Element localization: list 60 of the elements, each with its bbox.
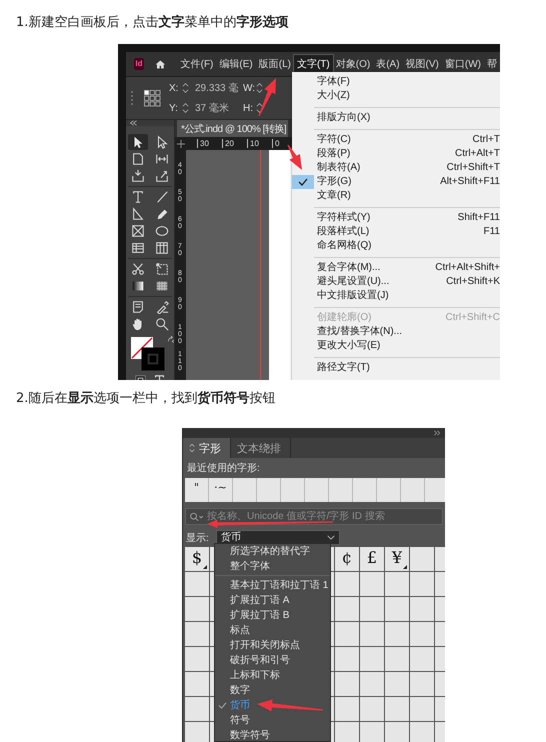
glyph-cell[interactable]: ¢: [335, 547, 359, 571]
section-label: 最近使用的字形:: [186, 462, 261, 475]
ruler-number: 10: [247, 139, 272, 148]
menu-item[interactable]: 复合字体(M)... Ctrl+Alt+Shift+: [292, 261, 500, 275]
dropdown-option[interactable]: 上标和下标: [215, 668, 280, 683]
dropdown-option[interactable]: 扩展拉丁语 A: [215, 593, 290, 608]
coordinate-field[interactable]: 37 毫米: [192, 101, 241, 115]
panel-tab[interactable]: 文本绕排: [231, 438, 291, 458]
dropdown-option[interactable]: 符号: [215, 713, 250, 728]
dropdown-option[interactable]: 基本拉丁语和拉丁语 1: [215, 578, 328, 593]
menu-item[interactable]: 排版方向(X): [292, 111, 500, 125]
menu-item[interactable]: 避头尾设置(U)... Ctrl+Shift+K: [292, 275, 500, 289]
menu-item[interactable]: 字符样式(Y) Shift+F11: [292, 211, 500, 225]
field-label: H:: [243, 102, 253, 114]
ruler-number: 30: [197, 139, 222, 148]
dropdown-option[interactable]: 标点: [215, 623, 250, 638]
glyph-cell[interactable]: ¥: [385, 547, 409, 571]
dropdown-option[interactable]: 所选字体的替代字: [215, 544, 310, 559]
document-tab[interactable]: *公式.indd @ 100% [转换]: [177, 120, 288, 137]
menu-item[interactable]: 大小(Z): [292, 89, 500, 103]
menu-item[interactable]: 查找/替换字体(N)...: [292, 325, 500, 339]
field-label: X:: [169, 82, 179, 94]
menu-item[interactable]: 文章(R): [292, 189, 500, 203]
field-label: Y:: [169, 102, 179, 114]
menu-item[interactable]: 更改大小写(E): [292, 339, 500, 353]
menu-item[interactable]: 段落(P) Ctrl+Alt+T: [292, 147, 500, 161]
menu-bar-item[interactable]: 帮: [484, 55, 500, 73]
menu-item[interactable]: 段落样式(L) F11: [292, 225, 500, 239]
dropdown-option[interactable]: 数学符号: [215, 728, 270, 742]
menu-bar-item[interactable]: 窗口(W): [442, 55, 484, 73]
app-logo[interactable]: Id: [134, 58, 144, 70]
menu-bar-item[interactable]: 文字(T): [294, 55, 333, 73]
menu-bar-item[interactable]: 版面(L): [256, 55, 294, 73]
dropdown-option[interactable]: 扩展拉丁语 B: [215, 608, 290, 623]
menu-bar-item[interactable]: 编辑(E): [216, 55, 256, 73]
glyph-cell[interactable]: £: [360, 547, 384, 571]
menu-bar-item[interactable]: 文件(F): [178, 55, 216, 73]
menu-item[interactable]: 制表符(A) Ctrl+Shift+T: [292, 161, 500, 175]
panel-tab[interactable]: 字形: [183, 438, 231, 458]
menu-item[interactable]: 中文排版设置(J): [292, 289, 500, 303]
dropdown-option[interactable]: 数字: [215, 683, 250, 698]
ruler-number: 20: [222, 139, 247, 148]
dropdown-option[interactable]: 打开和关闭标点: [215, 638, 300, 653]
menu-bar-item[interactable]: 视图(V): [402, 55, 442, 73]
menu-bar-item[interactable]: 对象(O): [332, 55, 374, 73]
dropdown-option[interactable]: 破折号和引号: [215, 653, 290, 668]
field-label: W:: [243, 82, 253, 94]
glyph-cell[interactable]: ·~: [209, 478, 233, 502]
glyph-cell[interactable]: ": [185, 478, 209, 502]
menu-item[interactable]: 路径文字(T): [292, 361, 500, 375]
menu-bar-item[interactable]: 表(A): [373, 55, 403, 73]
instruction-text: 2.随后在显示选项一栏中，找到货币符号按钮: [15, 390, 276, 406]
glyph-cell[interactable]: $: [185, 547, 209, 571]
instruction-text: 1.新建空白画板后，点击文字菜单中的字形选项: [15, 14, 290, 30]
dropdown-option[interactable]: 整个字体: [215, 559, 270, 574]
menu-item[interactable]: 字体(F): [292, 75, 500, 89]
menu-item[interactable]: 命名网格(Q): [292, 239, 500, 253]
menu-item[interactable]: 字形(G) Alt+Shift+F11: [292, 175, 500, 189]
coordinate-field[interactable]: 29.333 毫: [192, 81, 241, 95]
field-label: 显示:: [186, 532, 210, 544]
